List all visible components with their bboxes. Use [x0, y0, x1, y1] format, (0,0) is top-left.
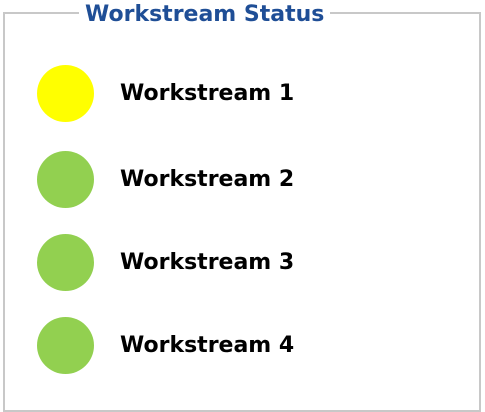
workstream-row-4: Workstream 4 [37, 316, 294, 374]
panel-title: Workstream Status [79, 2, 331, 28]
status-indicator-icon [37, 64, 94, 122]
workstream-label: Workstream 3 [120, 249, 295, 275]
workstream-label: Workstream 1 [120, 80, 295, 106]
status-indicator-icon [37, 150, 94, 208]
status-indicator-icon [37, 233, 94, 291]
workstream-row-2: Workstream 2 [37, 150, 294, 208]
workstream-row-3: Workstream 3 [37, 233, 294, 291]
status-indicator-icon [37, 316, 94, 374]
workstream-label: Workstream 2 [120, 166, 295, 192]
workstream-status-panel: Workstream Status Workstream 1 Workstrea… [0, 0, 485, 412]
workstream-label: Workstream 4 [120, 332, 295, 358]
workstream-row-1: Workstream 1 [37, 64, 294, 122]
